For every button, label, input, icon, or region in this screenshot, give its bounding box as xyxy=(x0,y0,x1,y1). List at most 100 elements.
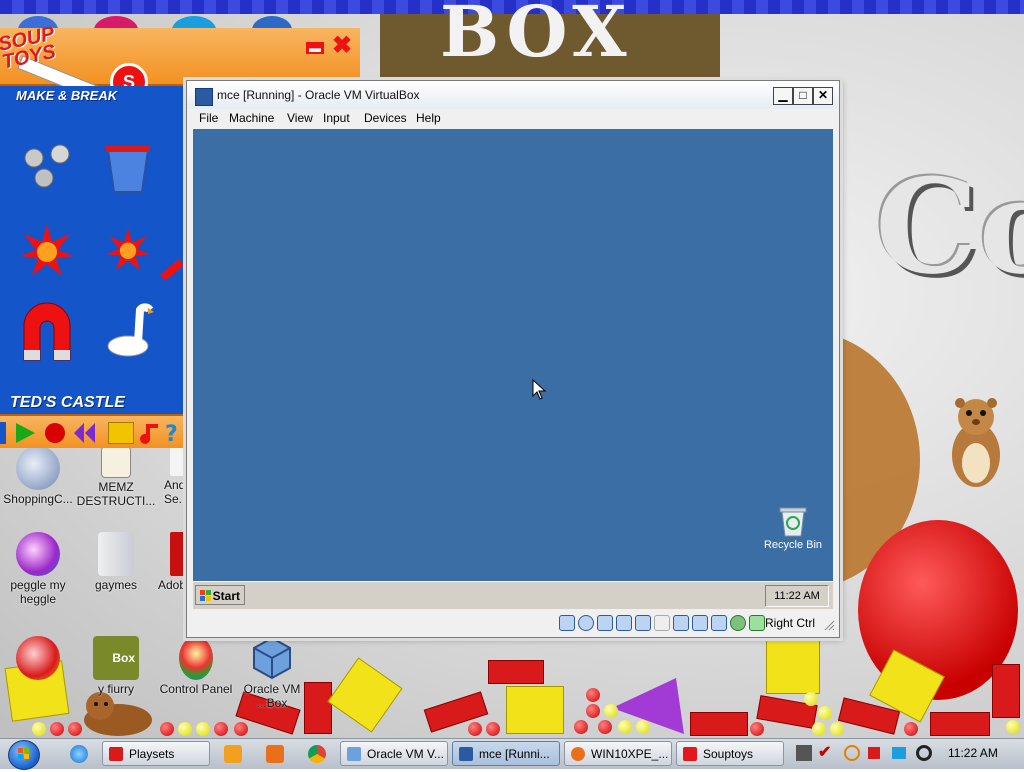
shared-folders-icon[interactable] xyxy=(654,615,670,631)
network-icon[interactable] xyxy=(616,615,632,631)
wallpaper-ball xyxy=(604,704,618,718)
taskbar-button-souptoys[interactable]: Souptoys xyxy=(676,741,784,766)
optical-drive-icon[interactable] xyxy=(578,615,594,631)
play-icon[interactable] xyxy=(14,422,36,444)
usb-icon[interactable] xyxy=(635,615,651,631)
info-icon[interactable] xyxy=(0,422,6,444)
wallpaper-block xyxy=(766,640,820,694)
souptoys-section-title: MAKE & BREAK xyxy=(16,88,118,103)
starburst-small-toy[interactable] xyxy=(106,228,150,272)
menu-devices[interactable]: Devices xyxy=(364,111,407,125)
help-icon[interactable]: ? xyxy=(162,422,184,444)
wallpaper-ball xyxy=(586,688,600,702)
adobe-icon xyxy=(170,532,186,576)
chrome-icon[interactable] xyxy=(308,745,326,763)
media-player-icon[interactable] xyxy=(224,745,242,763)
vt-x-icon[interactable] xyxy=(711,615,727,631)
tray-search-icon[interactable] xyxy=(844,745,860,761)
guest-recycle-bin[interactable]: Recycle Bin xyxy=(757,505,829,551)
desktop-icon-peggle[interactable]: peggle my heggle xyxy=(0,532,80,606)
firefox-quicklaunch-icon[interactable] xyxy=(266,745,284,763)
audio-icon[interactable] xyxy=(597,615,613,631)
close-button[interactable]: ✕ xyxy=(813,87,833,105)
taskbar-button-label: Souptoys xyxy=(703,747,754,761)
desktop-icon-label: y fiurry xyxy=(98,682,134,696)
tray-app-icon[interactable] xyxy=(796,745,812,761)
menu-machine[interactable]: Machine xyxy=(229,111,274,125)
desktop-icon-label: peggle my heggle xyxy=(10,578,66,606)
menu-file[interactable]: File xyxy=(199,111,218,125)
shopping-icon xyxy=(16,446,60,490)
maximize-button[interactable]: □ xyxy=(793,87,813,105)
bucket-toy[interactable] xyxy=(104,144,152,196)
taskbar-button-playsets[interactable]: Playsets xyxy=(102,741,210,766)
desktop-icon-adobe[interactable]: Adob... xyxy=(146,532,197,592)
taskbar-button-oracle-vm[interactable]: Oracle VM V... xyxy=(340,741,448,766)
wallpaper-ball xyxy=(234,722,248,736)
system-clock[interactable]: 11:22 AM xyxy=(948,746,998,760)
desktop-icon-label: ShoppingC... xyxy=(3,492,73,506)
rewind-icon[interactable] xyxy=(74,422,96,444)
start-orb[interactable] xyxy=(8,740,40,770)
red-stick-toy[interactable] xyxy=(160,259,184,281)
hard-disk-icon[interactable] xyxy=(559,615,575,631)
folder-icon xyxy=(98,532,134,576)
video-capture-icon[interactable] xyxy=(692,615,708,631)
capture-arrow-icon[interactable] xyxy=(749,615,765,631)
souptoys-minimize-button[interactable]: ▬ xyxy=(306,42,324,54)
menu-view[interactable]: View xyxy=(287,111,313,125)
wallpaper-side-text: Co xyxy=(875,150,1024,303)
starburst-toy[interactable] xyxy=(20,224,74,278)
menu-help[interactable]: Help xyxy=(416,111,441,125)
desktop-icon-control-panel[interactable]: Control Panel xyxy=(154,636,238,696)
goose-toy[interactable] xyxy=(104,302,154,360)
resize-grip-icon[interactable] xyxy=(823,619,835,631)
internet-explorer-icon[interactable] xyxy=(70,745,88,763)
guest-display[interactable]: Recycle Bin Start 11:22 AM xyxy=(193,129,833,609)
virtualbox-icon xyxy=(347,747,361,761)
mouse-integration-icon[interactable] xyxy=(730,615,746,631)
desktop-icon-label: Control Panel xyxy=(159,682,233,696)
steel-balls-toy[interactable] xyxy=(20,142,74,192)
hamster-image xyxy=(952,398,1000,487)
music-icon[interactable] xyxy=(138,422,160,444)
wallpaper-ball xyxy=(486,722,500,736)
magnet-toy[interactable] xyxy=(18,300,76,362)
wallpaper-ball xyxy=(468,722,482,736)
mouse-cursor-icon xyxy=(532,379,546,400)
menu-input[interactable]: Input xyxy=(323,111,350,125)
desktop-icon-box[interactable]: Box y fiurry xyxy=(74,636,158,696)
souptoys-close-button[interactable]: ✖ xyxy=(330,34,354,58)
wallpaper-block xyxy=(690,712,748,736)
virtualbox-titlebar[interactable]: mce [Running] - Oracle VM VirtualBox ▁ □… xyxy=(187,81,839,109)
windows-flag-icon xyxy=(200,590,211,601)
svg-text:?: ? xyxy=(165,422,178,444)
record-icon[interactable] xyxy=(44,422,66,444)
wallpaper-ball xyxy=(586,704,600,718)
tray-check-icon[interactable]: ✔ xyxy=(818,745,834,761)
wallpaper-ball xyxy=(812,722,826,736)
desktop-icon-label: Adob... xyxy=(158,578,197,592)
guest-start-button[interactable]: Start xyxy=(195,585,245,605)
speaker-icon[interactable] xyxy=(916,745,932,761)
wallpaper-ball xyxy=(68,722,82,736)
desktop-icon-shoppingc[interactable]: ShoppingC... xyxy=(0,446,80,506)
taskbar-button-win10xpe[interactable]: WIN10XPE_... xyxy=(564,741,672,766)
wallpaper-ball xyxy=(1006,720,1020,734)
taskbar-button-mce-running[interactable]: mce [Runni... xyxy=(452,741,560,766)
wallpaper-ball xyxy=(618,720,632,734)
desktop-icon-peggle-2[interactable] xyxy=(0,636,80,682)
guest-taskbar: Start 11:22 AM xyxy=(193,581,833,609)
souptoys-icon xyxy=(683,747,697,761)
display-icon[interactable] xyxy=(673,615,689,631)
desktop-icon-and[interactable]: And... Se... xyxy=(140,446,195,506)
peggle-icon xyxy=(16,532,60,576)
virtualbox-icon xyxy=(253,636,291,680)
minimize-button[interactable]: ▁ xyxy=(773,87,793,105)
desktop-icon-oracle-vm[interactable]: Oracle VM ...Box xyxy=(230,636,314,710)
stop-icon[interactable] xyxy=(108,422,134,444)
display-tray-icon[interactable] xyxy=(892,747,906,759)
host-taskbar: Playsets Oracle VM V... mce [Runni... WI… xyxy=(0,738,1024,770)
action-center-flag-icon[interactable] xyxy=(868,747,880,759)
wallpaper-ball xyxy=(178,722,192,736)
